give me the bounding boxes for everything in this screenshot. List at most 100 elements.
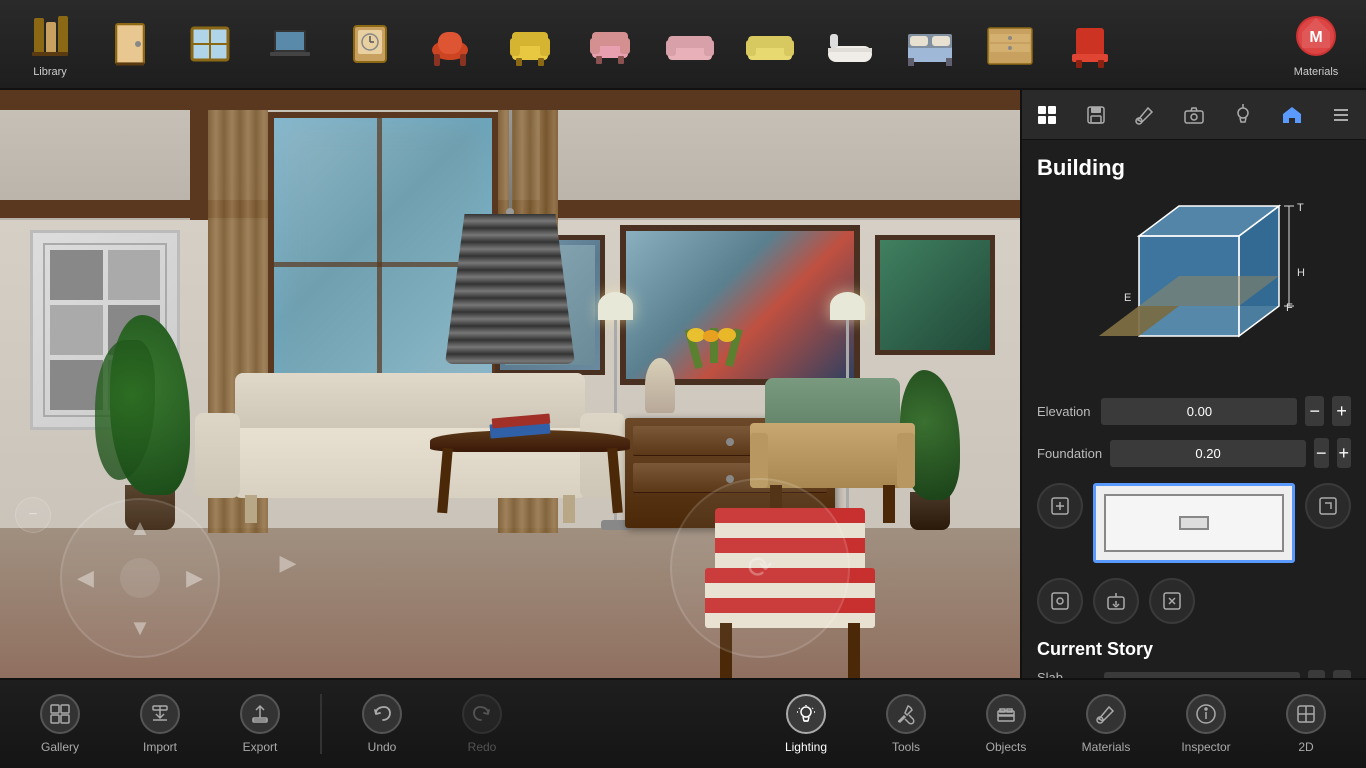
svg-text:T: T bbox=[1297, 202, 1304, 214]
nav-center bbox=[120, 558, 160, 598]
door-item[interactable] bbox=[90, 4, 170, 84]
slab-thickness-row: Slab Thickness − + bbox=[1037, 670, 1351, 678]
window-item[interactable] bbox=[170, 4, 250, 84]
painting-right bbox=[875, 235, 995, 355]
rt-home-btn[interactable] bbox=[1272, 95, 1312, 135]
materials-bottom-label: Materials bbox=[1082, 740, 1131, 754]
inspector-label: Inspector bbox=[1181, 740, 1230, 754]
rt-camera-btn[interactable] bbox=[1174, 95, 1214, 135]
clock-item[interactable] bbox=[330, 4, 410, 84]
building-diagram: T H E F bbox=[1079, 196, 1309, 376]
2d-icon bbox=[1286, 694, 1326, 734]
inspector-button[interactable]: Inspector bbox=[1156, 684, 1256, 764]
elevation-row: Elevation − + bbox=[1037, 396, 1351, 426]
floor-plan-preview[interactable] bbox=[1093, 483, 1295, 563]
add-floor-btn[interactable] bbox=[1037, 483, 1083, 529]
nav-joystick-left[interactable]: ▲ ▼ ◀ ▶ bbox=[60, 498, 220, 658]
lighting-button[interactable]: Lighting bbox=[756, 684, 856, 764]
bathtub-item[interactable] bbox=[810, 4, 890, 84]
gallery-button[interactable]: Gallery bbox=[10, 684, 110, 764]
redo-label: Redo bbox=[468, 740, 497, 754]
rt-paint-btn[interactable] bbox=[1125, 95, 1165, 135]
lighting-icon bbox=[786, 694, 826, 734]
undo-button[interactable]: Undo bbox=[332, 684, 432, 764]
floor-rotate-btn[interactable] bbox=[1305, 483, 1351, 529]
floor-plan-room bbox=[1104, 494, 1284, 552]
export-button[interactable]: Export bbox=[210, 684, 310, 764]
toolbar-divider-1 bbox=[320, 694, 322, 754]
add-below-btn[interactable] bbox=[1093, 578, 1139, 624]
sofa-yellow-item[interactable] bbox=[730, 4, 810, 84]
right-panel: Building T H E F bbox=[1020, 90, 1366, 678]
slab-plus-btn[interactable]: + bbox=[1333, 670, 1351, 678]
materials-button[interactable]: M Materials bbox=[1276, 4, 1356, 84]
foundation-input[interactable] bbox=[1110, 440, 1306, 467]
slab-thickness-label: Slab Thickness bbox=[1037, 670, 1096, 678]
dresser-top-item[interactable] bbox=[970, 4, 1050, 84]
materials-bottom-button[interactable]: Materials bbox=[1056, 684, 1156, 764]
plant-left bbox=[90, 310, 210, 530]
top-toolbar: Library bbox=[0, 0, 1366, 90]
pendant-lamp bbox=[445, 110, 575, 364]
nav-zoom-out[interactable]: − bbox=[15, 497, 51, 533]
export-icon bbox=[240, 694, 280, 734]
objects-button[interactable]: Objects bbox=[956, 684, 1056, 764]
tools-icon bbox=[886, 694, 926, 734]
foundation-label: Foundation bbox=[1037, 446, 1102, 461]
foundation-minus-btn[interactable]: − bbox=[1314, 438, 1328, 468]
export-label: Export bbox=[243, 740, 278, 754]
inspector-icon bbox=[1186, 694, 1226, 734]
objects-label: Objects bbox=[986, 740, 1027, 754]
library-label: Library bbox=[33, 66, 67, 78]
bed-item[interactable] bbox=[890, 4, 970, 84]
coffee-table bbox=[430, 420, 630, 520]
foundation-plus-btn[interactable]: + bbox=[1337, 438, 1351, 468]
elevation-input[interactable] bbox=[1101, 398, 1297, 425]
2d-button[interactable]: 2D bbox=[1256, 684, 1356, 764]
tool-grid bbox=[1037, 483, 1351, 563]
rt-select-btn[interactable] bbox=[1027, 95, 1067, 135]
chair-red2-item[interactable] bbox=[1050, 4, 1130, 84]
rt-light-btn[interactable] bbox=[1223, 95, 1263, 135]
settings-btn[interactable] bbox=[1149, 578, 1195, 624]
nav-arrow-mid[interactable]: ▶ bbox=[268, 543, 308, 583]
redo-icon bbox=[462, 694, 502, 734]
slab-minus-btn[interactable]: − bbox=[1308, 670, 1326, 678]
foundation-row: Foundation − + bbox=[1037, 438, 1351, 468]
nav-left[interactable]: ◀ bbox=[77, 565, 94, 591]
rt-list-btn[interactable] bbox=[1321, 95, 1361, 135]
chair-red-item[interactable] bbox=[410, 4, 490, 84]
right-toolbar bbox=[1022, 90, 1366, 140]
right-content: Building T H E F bbox=[1022, 140, 1366, 678]
library-button[interactable]: Library bbox=[10, 4, 90, 84]
select-floor-btn[interactable] bbox=[1037, 578, 1083, 624]
tools-button[interactable]: Tools bbox=[856, 684, 956, 764]
elevation-minus-btn[interactable]: − bbox=[1305, 396, 1324, 426]
elevation-plus-btn[interactable]: + bbox=[1332, 396, 1351, 426]
import-button[interactable]: Import bbox=[110, 684, 210, 764]
2d-label: 2D bbox=[1298, 740, 1313, 754]
sofa-pink-item[interactable] bbox=[650, 4, 730, 84]
nav-joystick-right[interactable]: ⟳ bbox=[670, 478, 850, 658]
redo-button[interactable]: Redo bbox=[432, 684, 532, 764]
main-viewport[interactable]: ▲ ▼ ◀ ▶ ▶ ⟳ − bbox=[0, 90, 1020, 678]
svg-text:H: H bbox=[1297, 267, 1305, 279]
objects-icon bbox=[986, 694, 1026, 734]
materials-label: Materials bbox=[1294, 66, 1339, 78]
armchair-yellow-item[interactable] bbox=[490, 4, 570, 84]
materials-bottom-icon bbox=[1086, 694, 1126, 734]
chair-pink-item[interactable] bbox=[570, 4, 650, 84]
nav-up[interactable]: ▲ bbox=[129, 515, 151, 541]
bottom-toolbar: Gallery Import Export Undo bbox=[0, 678, 1366, 768]
elevation-label: Elevation bbox=[1037, 404, 1093, 419]
lighting-label: Lighting bbox=[785, 740, 827, 754]
svg-text:E: E bbox=[1124, 292, 1131, 304]
ceiling-beam-v1 bbox=[190, 110, 208, 220]
panel-title: Building bbox=[1037, 155, 1351, 181]
undo-label: Undo bbox=[368, 740, 397, 754]
nav-right[interactable]: ▶ bbox=[186, 565, 203, 591]
laptop-item[interactable] bbox=[250, 4, 330, 84]
import-label: Import bbox=[143, 740, 177, 754]
rt-save-btn[interactable] bbox=[1076, 95, 1116, 135]
nav-down[interactable]: ▼ bbox=[129, 615, 151, 641]
